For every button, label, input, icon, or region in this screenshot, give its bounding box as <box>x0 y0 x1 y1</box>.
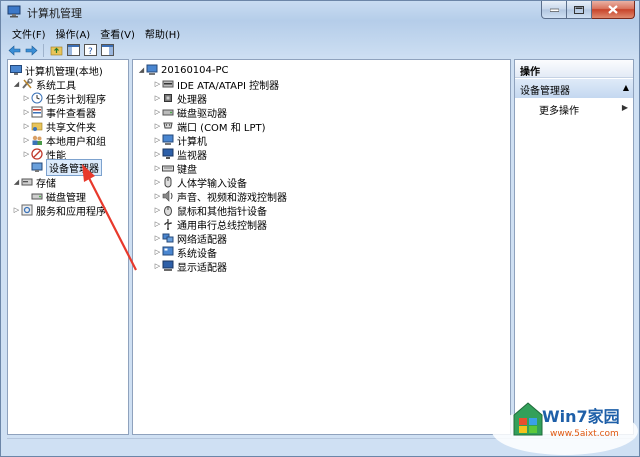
watermark-brand: Win7家园 <box>542 407 620 426</box>
watermark-url: www.5aixt.com <box>550 429 619 439</box>
annotation-arrow <box>82 164 137 271</box>
watermark-logo: Win7家园 www.5aixt.com <box>490 395 640 457</box>
